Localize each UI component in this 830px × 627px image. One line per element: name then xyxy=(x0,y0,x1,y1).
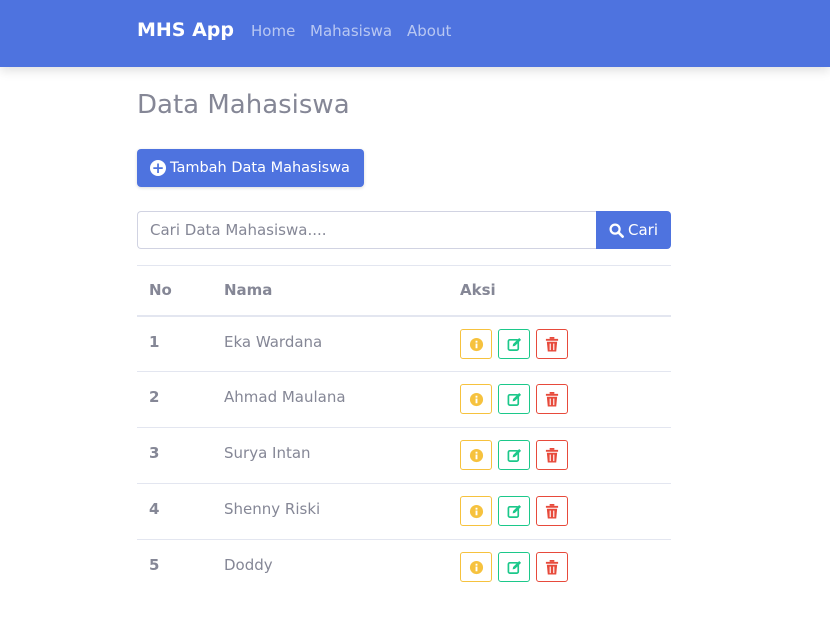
cell-aksi xyxy=(448,427,671,484)
table-row: 2 Ahmad Maulana xyxy=(137,371,671,428)
detail-button[interactable] xyxy=(460,496,492,526)
delete-button[interactable] xyxy=(536,384,568,414)
search-button[interactable]: Cari xyxy=(596,211,671,249)
cell-nama: Doddy xyxy=(224,556,273,574)
cell-nama: Ahmad Maulana xyxy=(212,371,448,428)
header-nama: Nama xyxy=(212,265,448,317)
detail-button[interactable] xyxy=(460,440,492,470)
delete-button[interactable] xyxy=(536,440,568,470)
delete-button[interactable] xyxy=(536,328,568,359)
search-button-label: Cari xyxy=(628,221,658,239)
table-header-row: No Nama Aksi xyxy=(137,265,671,317)
detail-button[interactable] xyxy=(460,384,492,414)
search-input[interactable] xyxy=(137,211,597,249)
add-button-label: Tambah Data Mahasiswa xyxy=(170,160,350,176)
edit-button[interactable] xyxy=(498,384,530,414)
search-group: Cari xyxy=(137,211,671,249)
cell-no: 5 xyxy=(149,556,160,574)
edit-button[interactable] xyxy=(498,552,530,582)
nav-link-mahasiswa[interactable]: Mahasiswa xyxy=(310,22,392,40)
cell-aksi xyxy=(448,483,671,540)
cell-no: 1 xyxy=(137,315,212,372)
cell-no: 3 xyxy=(137,427,212,484)
page-title: Data Mahasiswa xyxy=(137,90,350,120)
mahasiswa-table: No Nama Aksi 1 Eka Wardana 2 Ahmad Maulana 3… xyxy=(137,265,671,596)
detail-button[interactable] xyxy=(460,552,492,582)
table-row: 1 Eka Wardana xyxy=(137,315,671,372)
cell-no: 2 xyxy=(137,371,212,428)
add-mahasiswa-button[interactable]: + Tambah Data Mahasiswa xyxy=(137,149,364,187)
navbar: MHS App Home Mahasiswa About xyxy=(0,0,830,67)
table-row: 5 Doddy xyxy=(137,540,671,596)
cell-nama: Eka Wardana xyxy=(212,315,448,372)
detail-button[interactable] xyxy=(460,328,492,359)
brand-link[interactable]: MHS App xyxy=(137,19,234,41)
edit-button[interactable] xyxy=(498,440,530,470)
edit-button[interactable] xyxy=(498,496,530,526)
table-row: 4 Shenny Riski xyxy=(137,483,671,540)
delete-button[interactable] xyxy=(536,496,568,526)
header-no: No xyxy=(137,265,212,317)
header-aksi: Aksi xyxy=(448,265,671,317)
cell-aksi xyxy=(448,315,671,372)
delete-button[interactable] xyxy=(536,552,568,582)
edit-button[interactable] xyxy=(498,328,530,359)
cell-no: 4 xyxy=(137,483,212,540)
search-icon xyxy=(609,222,624,238)
cell-nama: Shenny Riski xyxy=(212,483,448,540)
table-row: 3 Surya Intan xyxy=(137,427,671,484)
cell-aksi xyxy=(448,540,671,596)
cell-nama: Surya Intan xyxy=(212,427,448,484)
cell-aksi xyxy=(448,371,671,428)
nav-link-home[interactable]: Home xyxy=(251,22,295,40)
plus-circle-icon: + xyxy=(150,159,166,177)
nav-link-about[interactable]: About xyxy=(407,22,451,40)
